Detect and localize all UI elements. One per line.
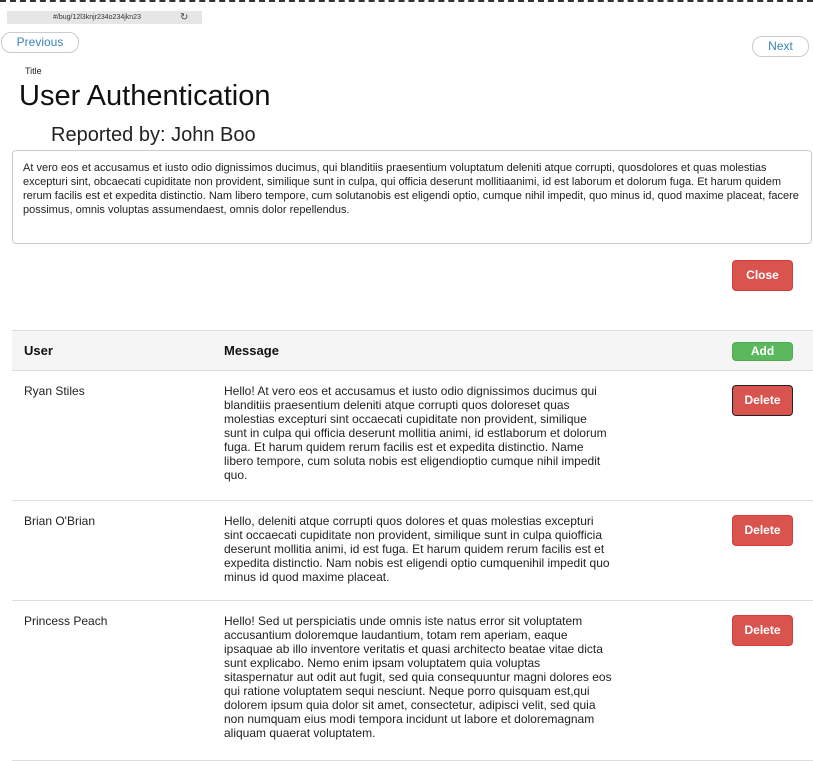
- table-row: Ryan Stiles Hello! At vero eos et accusa…: [12, 371, 813, 501]
- reload-icon[interactable]: ↻: [180, 11, 188, 24]
- header-message: Message: [224, 343, 279, 358]
- url-text: #/bug/12l3knjr234o234jkn23: [53, 14, 141, 21]
- close-button[interactable]: Close: [732, 260, 793, 291]
- previous-button[interactable]: Previous: [1, 32, 79, 53]
- delete-button[interactable]: Delete: [732, 615, 793, 646]
- bug-title: User Authentication: [19, 80, 271, 112]
- row-user: Brian O'Brian: [24, 514, 95, 528]
- next-button[interactable]: Next: [752, 36, 809, 57]
- comments-table: User Message Add Ryan Stiles Hello! At v…: [12, 330, 813, 761]
- row-message: Hello! Sed ut perspiciatis unde omnis is…: [224, 614, 612, 740]
- row-message: Hello, deleniti atque corrupti quos dolo…: [224, 514, 610, 584]
- row-message: Hello! At vero eos et accusamus et iusto…: [224, 384, 607, 482]
- header-user: User: [24, 343, 53, 358]
- add-button[interactable]: Add: [732, 342, 793, 361]
- table-row: Princess Peach Hello! Sed ut perspiciati…: [12, 601, 813, 761]
- delete-button[interactable]: Delete: [732, 385, 793, 416]
- bug-description: At vero eos et accusamus et iusto odio d…: [12, 150, 812, 244]
- row-user: Princess Peach: [24, 614, 108, 628]
- delete-button[interactable]: Delete: [732, 515, 793, 546]
- table-header: User Message Add: [12, 330, 813, 371]
- row-user: Ryan Stiles: [24, 384, 85, 398]
- table-row: Brian O'Brian Hello, deleniti atque corr…: [12, 501, 813, 601]
- title-field-label: Title: [25, 66, 42, 76]
- address-bar[interactable]: #/bug/12l3knjr234o234jkn23 ↻: [7, 11, 202, 24]
- reported-by: Reported by: John Boo: [51, 124, 256, 146]
- top-border: [0, 0, 813, 2]
